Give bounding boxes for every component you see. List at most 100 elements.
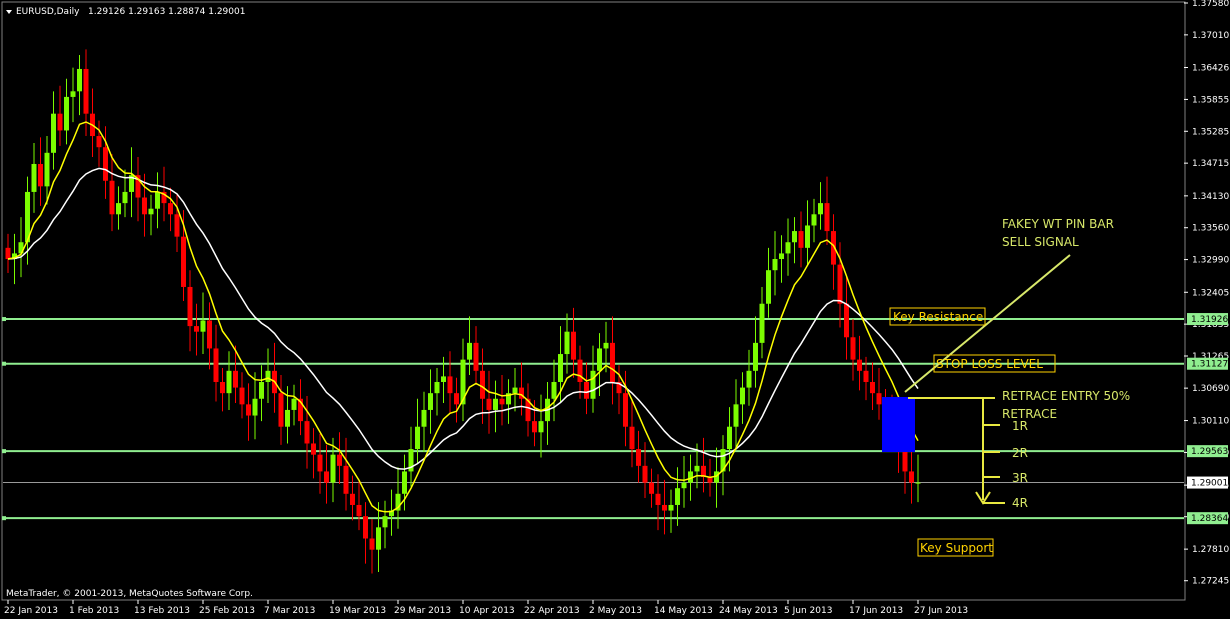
candle-body <box>109 180 115 215</box>
candle-body <box>870 381 875 394</box>
candle-body <box>824 203 830 232</box>
candle-body <box>278 393 284 427</box>
candle-body <box>207 320 212 349</box>
x-tick-label: 25 Feb 2013 <box>199 606 255 616</box>
candle-body <box>51 113 56 153</box>
candle-body <box>792 231 797 243</box>
retrace-label-line1: RETRACE ENTRY 50% <box>1002 389 1130 403</box>
candle-body <box>649 482 654 494</box>
level-price-text: 1.29563 <box>1191 447 1228 457</box>
candle-body <box>863 370 869 382</box>
candle-body <box>363 516 368 539</box>
candle-body <box>636 449 641 466</box>
level-handle[interactable] <box>2 449 6 454</box>
x-tick-label: 2 May 2013 <box>589 606 642 616</box>
x-tick-label: 22 Jan 2013 <box>4 606 58 616</box>
candle-body <box>499 398 505 405</box>
candle-body <box>454 393 459 405</box>
candle-body <box>915 482 921 484</box>
symbol-label: EURUSD,Daily <box>16 7 80 17</box>
candle-body <box>538 421 544 433</box>
y-tick-label: 1.34715 <box>1192 159 1229 169</box>
candle-body <box>447 376 453 394</box>
price-chart[interactable]: EURUSD,Daily 1.29126 1.29163 1.28874 1.2… <box>0 0 1230 619</box>
y-tick-label: 1.37010 <box>1192 31 1229 41</box>
y-tick-label: 1.27810 <box>1192 545 1229 555</box>
candle-body <box>909 471 914 483</box>
y-tick-label: 1.30690 <box>1192 384 1229 394</box>
candle-body <box>740 387 745 405</box>
x-tick-label: 1 Feb 2013 <box>69 606 119 616</box>
candle-body <box>512 387 518 394</box>
candle-body <box>876 393 882 405</box>
candle-body <box>350 493 355 505</box>
candle-body <box>681 482 687 489</box>
candle-body <box>317 454 323 472</box>
candle-body <box>818 203 823 215</box>
candle-body <box>265 370 271 382</box>
signal-label-line1: FAKEY WT PIN BAR <box>1002 217 1114 231</box>
candle-body <box>304 421 310 444</box>
candle-body <box>493 398 498 410</box>
candle-body <box>285 409 290 427</box>
x-tick-label: 27 Jun 2013 <box>914 606 968 616</box>
x-tick-label: 22 Apr 2013 <box>524 606 580 616</box>
candle-body <box>564 331 570 355</box>
candle-body <box>70 91 76 97</box>
candle-body <box>857 359 862 371</box>
candle-body <box>311 443 316 455</box>
y-tick-label: 1.36426 <box>1192 64 1229 74</box>
candle-body <box>181 236 186 287</box>
candle-body <box>122 191 128 204</box>
candle-body <box>200 320 206 332</box>
candle-body <box>623 393 628 427</box>
candle-body <box>213 348 219 382</box>
candle-body <box>759 303 765 343</box>
candle-body <box>220 381 225 394</box>
chart-background <box>0 0 1230 619</box>
level-handle[interactable] <box>2 361 6 366</box>
x-tick-label: 10 Apr 2013 <box>459 606 515 616</box>
candle-body <box>785 242 791 254</box>
candle-body <box>174 214 180 237</box>
ohlc-readout: 1.29126 1.29163 1.28874 1.29001 <box>88 7 245 17</box>
x-tick-label: 13 Feb 2013 <box>134 606 190 616</box>
key-resistance-label: Key Resistance <box>893 310 983 324</box>
candle-body <box>772 259 778 271</box>
x-tick-label: 17 Jun 2013 <box>849 606 903 616</box>
r2-label: 2R <box>1012 446 1028 460</box>
candle-body <box>155 191 160 209</box>
y-tick-label: 1.27245 <box>1192 577 1229 587</box>
candle-body <box>83 68 89 114</box>
candle-body <box>603 342 609 349</box>
r4-label: 4R <box>1012 496 1028 510</box>
candle-body <box>337 454 342 466</box>
x-tick-label: 5 Jun 2013 <box>784 606 832 616</box>
candle-body <box>252 398 258 416</box>
retrace-label-line2: RETRACE <box>1002 407 1057 421</box>
x-tick-label: 19 Mar 2013 <box>329 606 386 616</box>
candle-body <box>798 231 804 248</box>
candle-body <box>584 381 589 399</box>
level-handle[interactable] <box>2 516 6 521</box>
candle-body <box>246 404 251 416</box>
candle-body <box>779 253 784 260</box>
candle-body <box>486 398 492 410</box>
candle-body <box>226 370 232 394</box>
candle-body <box>675 488 680 505</box>
candle-body <box>369 538 375 550</box>
y-tick-label: 1.30110 <box>1192 417 1229 427</box>
candle-body <box>356 504 362 517</box>
candle-body <box>805 225 810 248</box>
candle-body <box>382 516 388 528</box>
candle-body <box>5 247 11 260</box>
candle-body <box>551 381 557 399</box>
candle-body <box>571 331 576 360</box>
candle-body <box>694 465 700 472</box>
candle-body <box>142 197 147 215</box>
candle-body <box>428 393 433 410</box>
level-handle[interactable] <box>2 317 6 322</box>
y-tick-label: 1.35285 <box>1192 127 1229 137</box>
candle-body <box>467 342 472 360</box>
level-price-text: 1.28364 <box>1191 514 1228 524</box>
